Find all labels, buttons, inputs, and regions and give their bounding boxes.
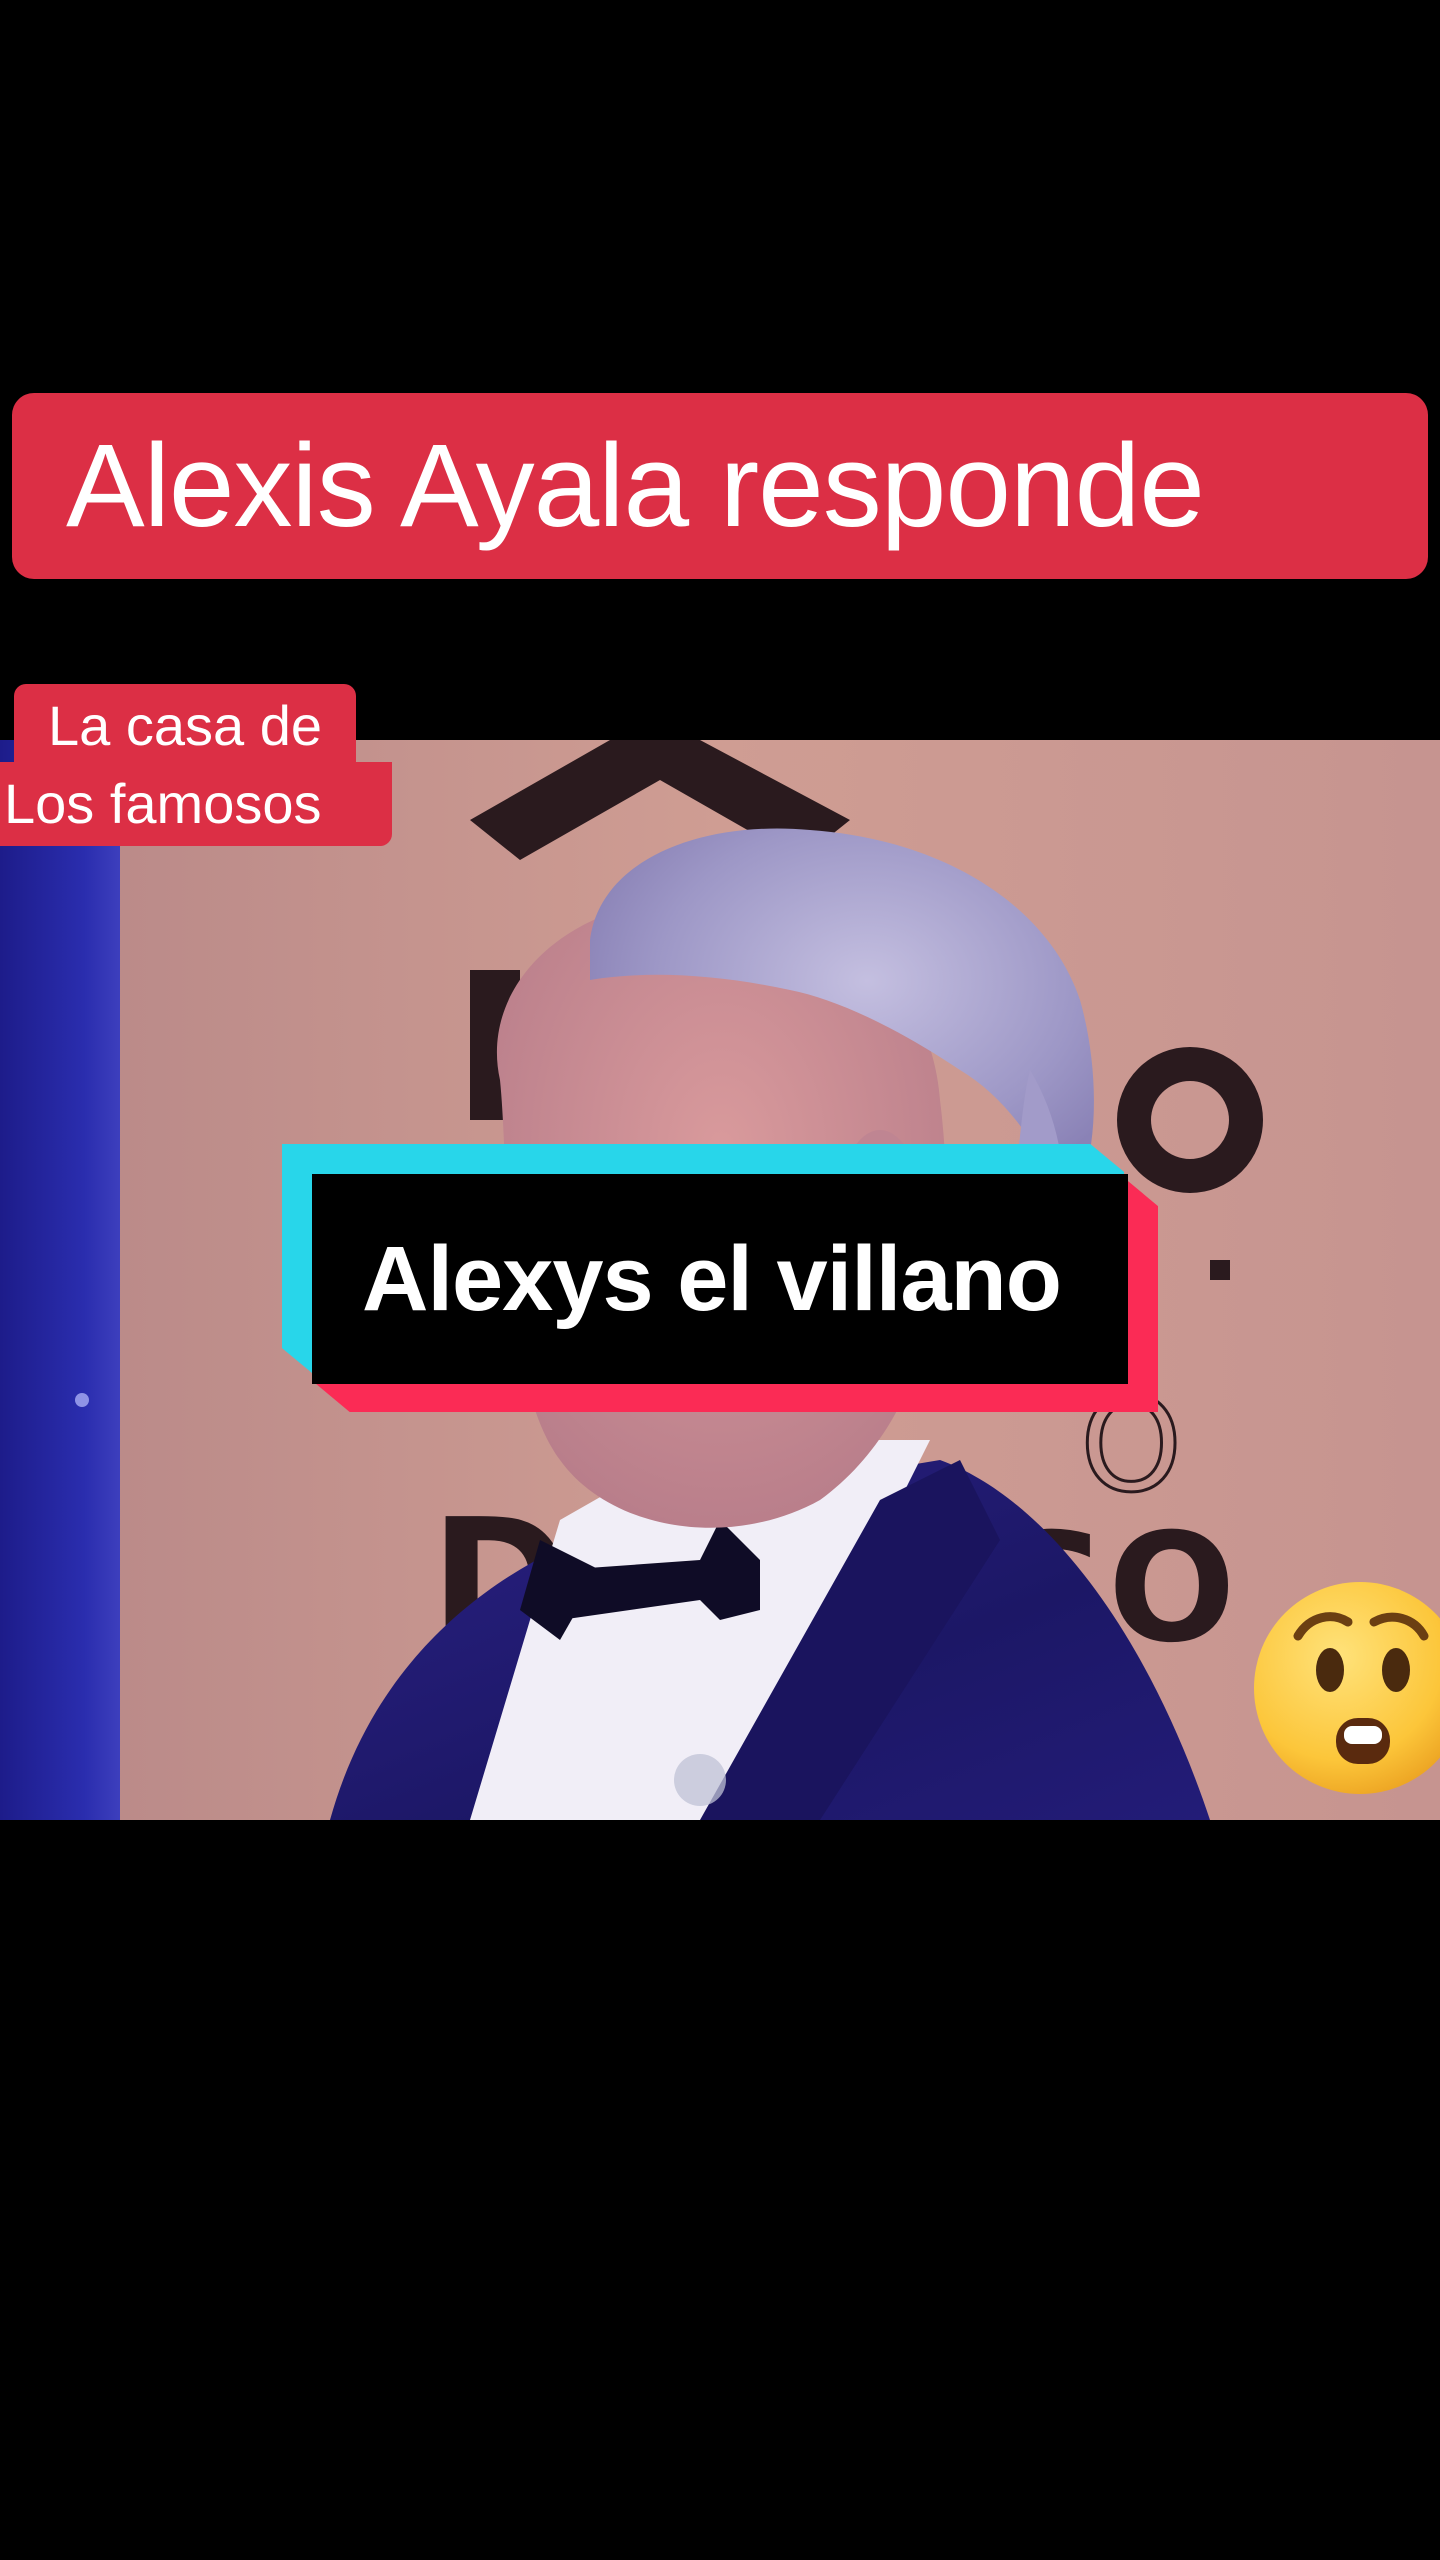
hushed-face-emoji-icon (1254, 1582, 1440, 1794)
title-box-panel: Alexys el villano (312, 1174, 1128, 1384)
video-post-screen: Alexis Ayala responde O SO La casa de Lo… (0, 0, 1440, 2560)
headline-text: Alexis Ayala responde (66, 420, 1205, 552)
caption-line-2: Los famosos (0, 762, 392, 846)
caption-line-2-text: Los famosos (4, 772, 322, 835)
title-text: Alexys el villano (362, 1228, 1062, 1330)
headline-banner: Alexis Ayala responde (12, 393, 1428, 579)
caption-line-1-text: La casa de (48, 694, 322, 757)
caption-line-1: La casa de (14, 684, 356, 768)
